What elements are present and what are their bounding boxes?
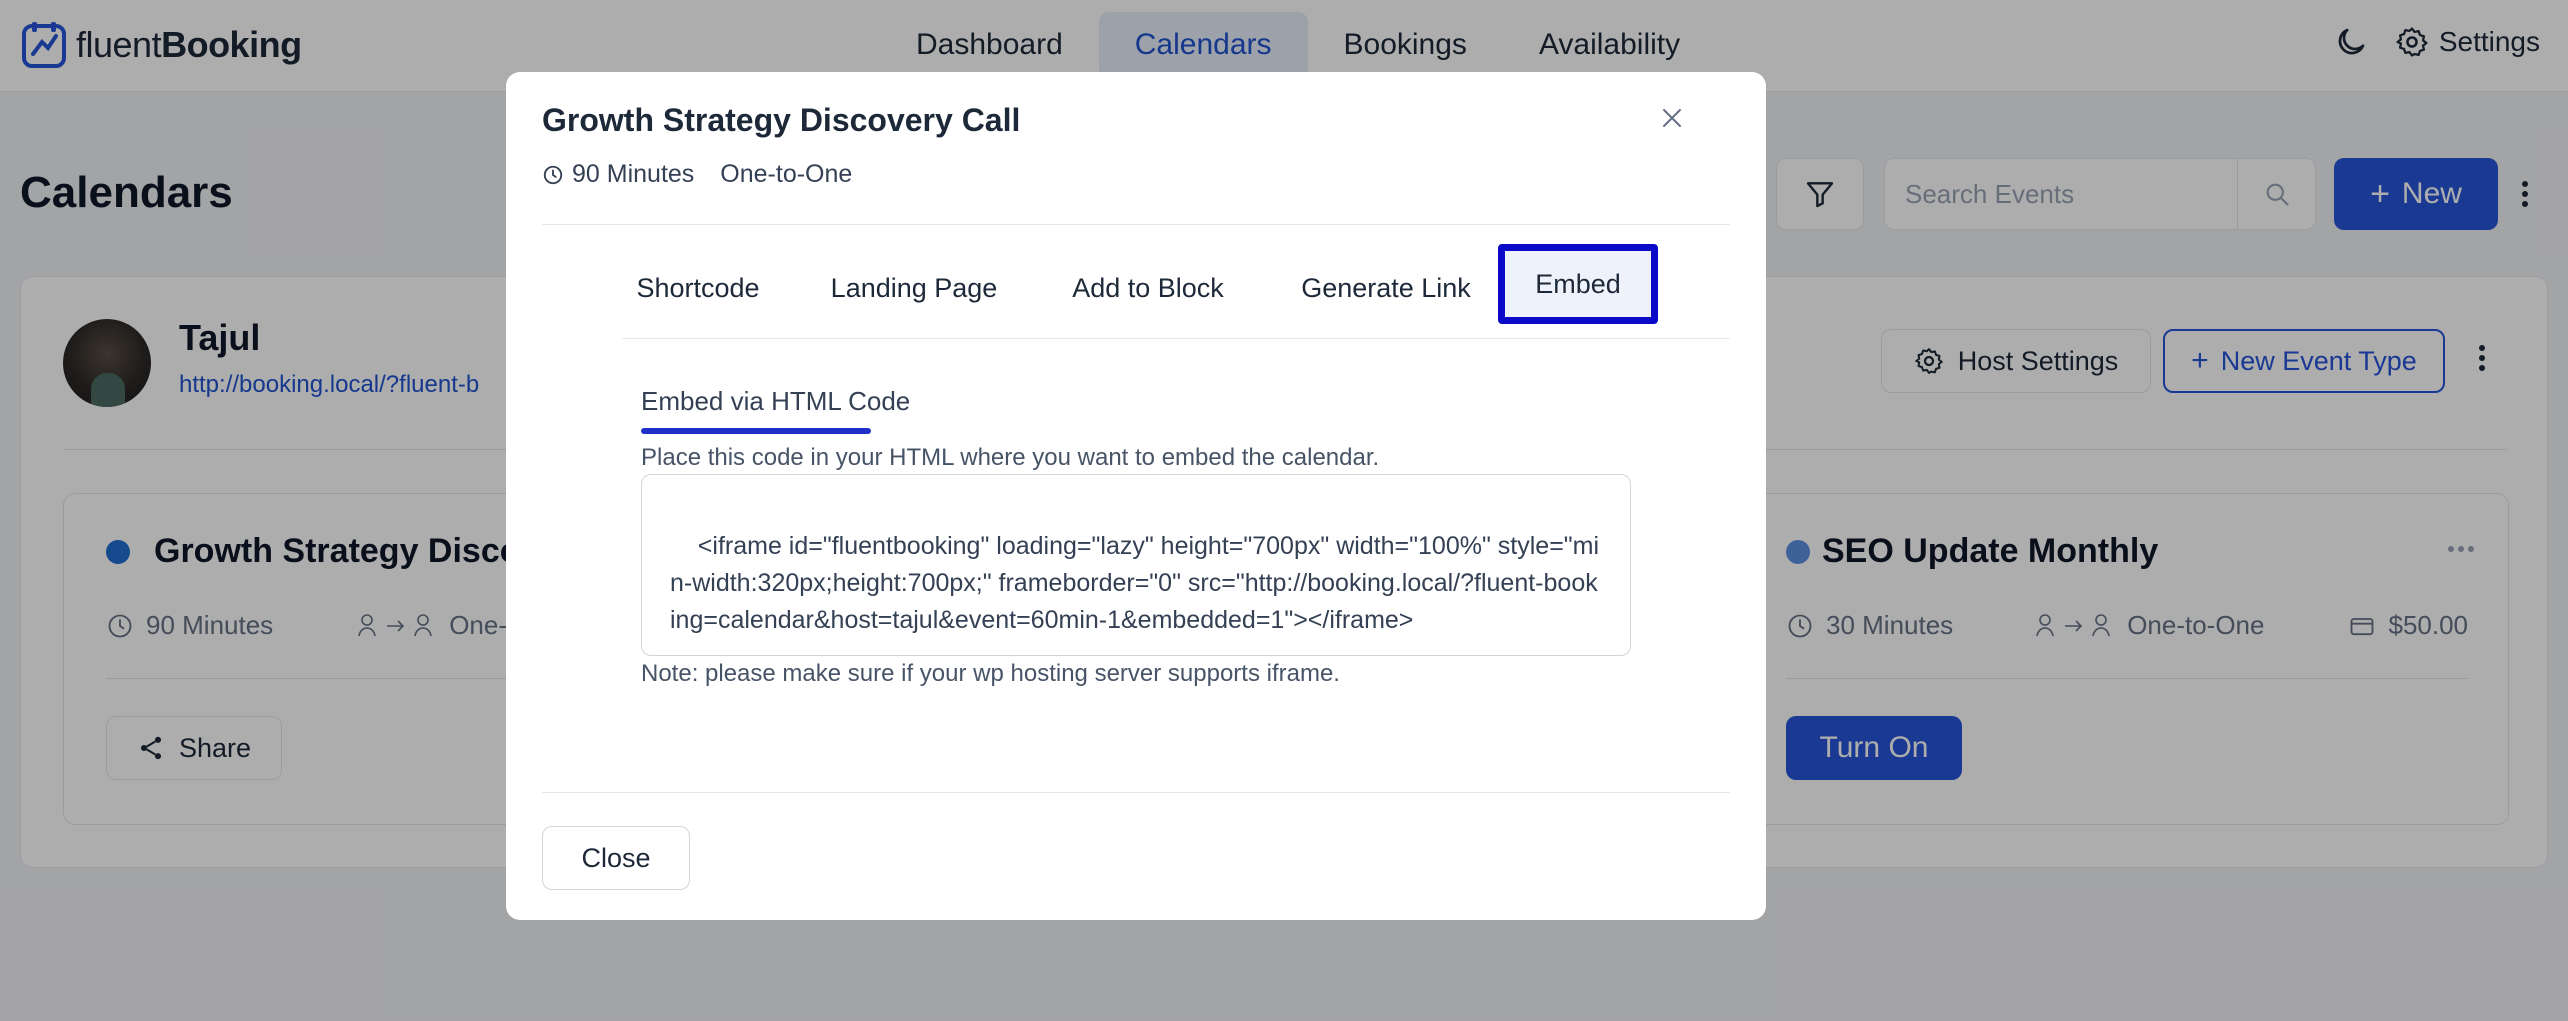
tab-shortcode[interactable]: Shortcode: [622, 248, 774, 328]
modal-footer-divider: [542, 792, 1730, 793]
embed-code-textarea[interactable]: <iframe id="fluentbooking" loading="lazy…: [641, 474, 1631, 656]
embed-description: Place this code in your HTML where you w…: [641, 444, 1380, 471]
modal-event-type: One-to-One: [720, 160, 853, 188]
clock-icon: [542, 164, 564, 186]
embed-heading: Embed via HTML Code: [641, 386, 911, 416]
modal-title: Growth Strategy Discovery Call: [542, 102, 1021, 138]
embed-modal: Growth Strategy Discovery Call 90 Minute…: [506, 72, 1766, 920]
embed-note: Note: please make sure if your wp hostin…: [641, 660, 1340, 687]
embed-heading-underline: [641, 428, 871, 434]
resize-grip-icon[interactable]: [1612, 637, 1626, 651]
close-button[interactable]: Close: [542, 826, 690, 890]
modal-duration: 90 Minutes: [572, 160, 695, 188]
modal-header-divider: [542, 224, 1730, 225]
close-icon: [1661, 107, 1683, 129]
modal-meta: 90 Minutes One-to-One: [542, 160, 852, 189]
embed-section: Embed via HTML Code Place this code in y…: [641, 386, 1379, 471]
tab-landing-page[interactable]: Landing Page: [808, 248, 1020, 328]
tab-generate-link[interactable]: Generate Link: [1276, 248, 1496, 328]
tabs-divider: [622, 338, 1730, 339]
tab-embed[interactable]: Embed: [1498, 244, 1658, 324]
modal-tabs: Shortcode Landing Page Add to Block Gene…: [622, 244, 1730, 332]
modal-close-x-button[interactable]: [1652, 98, 1692, 138]
tab-add-to-block[interactable]: Add to Block: [1046, 248, 1250, 328]
embed-code-text: <iframe id="fluentbooking" loading="lazy…: [670, 532, 1600, 634]
